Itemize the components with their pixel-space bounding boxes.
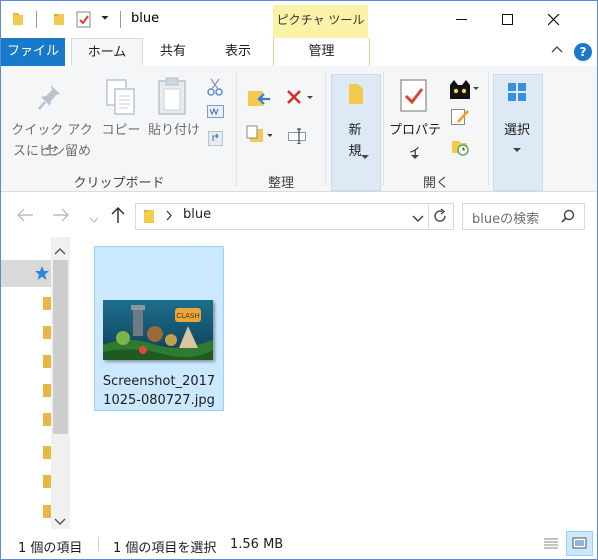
history-icon[interactable] xyxy=(451,138,469,159)
large-icons-view-button[interactable] xyxy=(566,531,593,556)
file-item[interactable]: CLASH Screenshot_2017 1025-080727.jpg xyxy=(94,246,224,411)
minimize-button[interactable] xyxy=(439,2,485,38)
folder-icon xyxy=(12,12,24,26)
paste-label[interactable]: 貼り付け xyxy=(146,120,202,141)
ribbon: クイック アクセ スにピン留め コピー 貼り付け クリップボード 整理 新 規 xyxy=(1,66,597,192)
folder-icon xyxy=(143,209,155,227)
star-icon xyxy=(34,265,50,284)
new-label-2: 規 xyxy=(348,144,362,159)
nav-folder-icon[interactable] xyxy=(43,384,51,397)
chevron-down-icon xyxy=(411,149,419,163)
toolbar-separator xyxy=(36,11,37,28)
search-box[interactable]: blueの検索 xyxy=(462,203,585,230)
copy-to-icon[interactable] xyxy=(246,125,273,148)
new-label-1: 新 xyxy=(348,123,362,138)
up-icon[interactable] xyxy=(110,206,126,227)
search-icon[interactable] xyxy=(561,209,575,226)
tab-view[interactable]: 表示 xyxy=(213,38,263,66)
forward-icon[interactable] xyxy=(52,208,70,225)
scroll-up-icon[interactable] xyxy=(54,244,66,258)
tab-manage[interactable]: 管理 xyxy=(273,38,370,66)
refresh-icon[interactable] xyxy=(432,208,448,227)
item-count: 1 個の項目 xyxy=(18,541,83,556)
select-label: 選択 xyxy=(503,123,530,138)
open-with-app-icon[interactable] xyxy=(448,79,482,104)
scroll-down-icon[interactable] xyxy=(54,515,66,529)
status-bar: 1 個の項目 1 個の項目を選択 1.56 MB xyxy=(1,531,597,558)
nav-scrollbar-thumb[interactable] xyxy=(53,260,68,434)
selection-info: 1 個の項目を選択 xyxy=(113,541,217,556)
move-to-icon[interactable] xyxy=(246,89,272,112)
open-group-label: 開く xyxy=(422,176,449,191)
nav-folder-icon[interactable] xyxy=(43,326,51,339)
nav-folder-icon[interactable] xyxy=(43,355,51,368)
maximize-button[interactable] xyxy=(485,2,531,38)
context-tab-header: ピクチャ ツール xyxy=(273,5,368,38)
cut-icon[interactable] xyxy=(207,78,223,99)
address-divider xyxy=(428,204,429,229)
copy-path-icon[interactable] xyxy=(207,105,224,122)
customize-quick-access-icon[interactable]: ⏷ xyxy=(101,13,109,24)
recent-locations-icon[interactable] xyxy=(89,212,99,226)
rename-icon[interactable] xyxy=(288,128,306,147)
nav-folder-icon[interactable] xyxy=(43,475,51,488)
tab-home[interactable]: ホーム xyxy=(71,38,143,68)
ribbon-tabs: ファイル ホーム 共有 表示 管理 ? xyxy=(1,38,597,68)
new-folder-quick-icon[interactable] xyxy=(53,12,65,26)
clipboard-group-label: クリップボード xyxy=(73,176,165,191)
file-name-line-1: Screenshot_2017 xyxy=(102,374,216,389)
image-thumbnail: CLASH xyxy=(103,300,213,360)
organize-group-label: 整理 xyxy=(267,176,294,191)
breadcrumb-blue[interactable]: blue xyxy=(183,207,211,222)
select-icon xyxy=(507,82,527,105)
group-separator xyxy=(383,72,384,186)
title-bar: ⏷ blue ピクチャ ツール xyxy=(1,1,597,38)
group-separator xyxy=(236,72,237,186)
details-view-icon[interactable] xyxy=(542,535,560,557)
window-title: blue xyxy=(131,11,160,26)
search-input[interactable]: blueの検索 xyxy=(472,208,539,227)
chevron-down-icon xyxy=(361,149,369,163)
status-divider xyxy=(98,537,99,551)
nav-folder-icon[interactable] xyxy=(43,505,51,518)
address-bar[interactable]: blue xyxy=(135,203,454,230)
properties-quick-icon[interactable] xyxy=(76,11,92,31)
collapse-ribbon-icon[interactable] xyxy=(551,44,563,58)
pin-quick-access-label-2[interactable]: スにピン留め xyxy=(7,141,97,162)
tab-share[interactable]: 共有 xyxy=(148,38,198,66)
paste-icon[interactable] xyxy=(155,76,189,119)
address-dropdown-icon[interactable] xyxy=(412,212,424,226)
copy-label[interactable]: コピー xyxy=(98,120,144,141)
close-button[interactable] xyxy=(531,2,577,38)
nav-folder-icon[interactable] xyxy=(43,297,51,310)
back-icon[interactable] xyxy=(16,208,34,225)
edit-icon[interactable] xyxy=(451,107,469,128)
paste-shortcut-icon[interactable] xyxy=(208,129,223,149)
file-name-line-2: 1025-080727.jpg xyxy=(103,393,215,408)
properties-icon[interactable] xyxy=(399,78,429,117)
nav-folder-icon[interactable] xyxy=(43,413,51,426)
delete-icon[interactable] xyxy=(286,89,314,110)
breadcrumb-chevron-icon[interactable] xyxy=(166,210,172,224)
group-separator xyxy=(488,72,489,186)
nav-quick-access[interactable] xyxy=(1,260,53,287)
chevron-down-icon xyxy=(513,142,521,156)
new-item-icon xyxy=(348,83,364,108)
selection-size: 1.56 MB xyxy=(230,537,284,552)
copy-icon[interactable] xyxy=(104,78,138,121)
help-icon[interactable]: ? xyxy=(574,43,592,61)
pin-icon[interactable] xyxy=(37,82,65,115)
toolbar-separator xyxy=(120,11,121,28)
tab-file[interactable]: ファイル xyxy=(1,38,65,66)
nav-folder-icon[interactable] xyxy=(43,446,51,459)
context-tab-label: ピクチャ ツール xyxy=(276,13,365,27)
group-separator xyxy=(325,72,326,186)
file-name[interactable]: Screenshot_2017 1025-080727.jpg xyxy=(97,372,221,410)
svg-text:CLASH: CLASH xyxy=(176,312,199,320)
